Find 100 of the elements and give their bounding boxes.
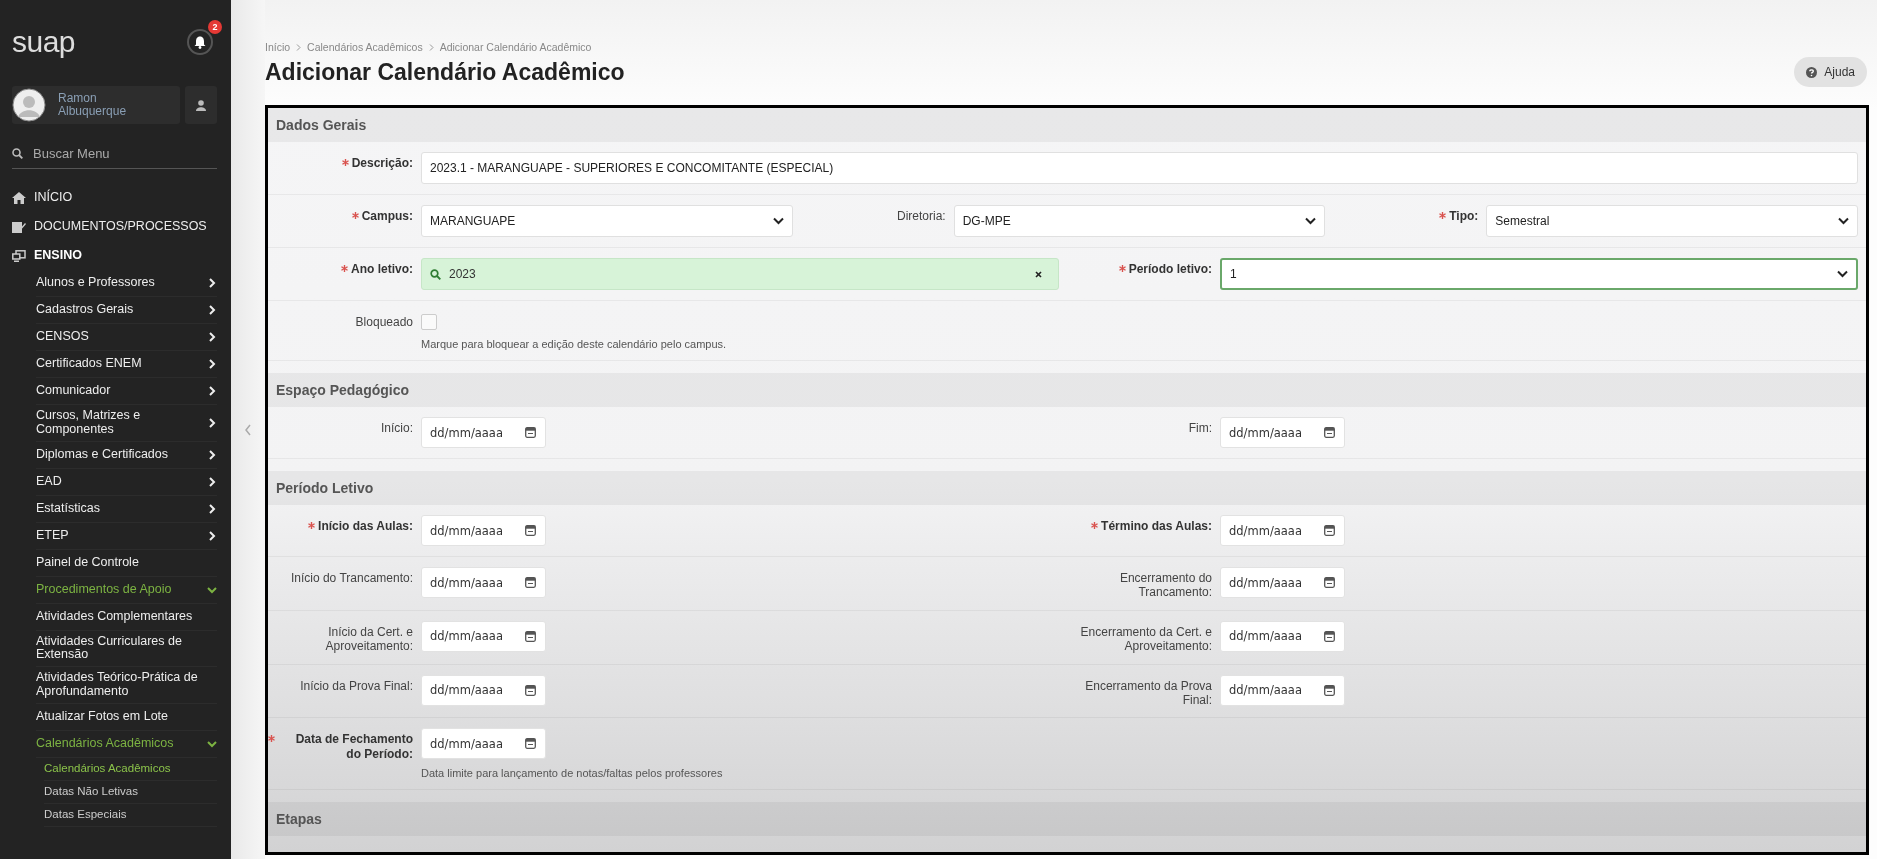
chevron-down-icon bbox=[772, 217, 784, 225]
date-field[interactable]: dd/mm/aaaa bbox=[421, 620, 546, 652]
notification-count-badge: 2 bbox=[208, 20, 222, 34]
field-label: Diretoria: bbox=[896, 209, 946, 224]
chevron-right-icon bbox=[207, 305, 217, 315]
menu-search-field[interactable]: Buscar Menu bbox=[33, 145, 193, 161]
chevron-down-icon bbox=[207, 738, 217, 749]
field-label: Bloqueado bbox=[355, 315, 413, 330]
select-field[interactable]: 1 bbox=[1220, 258, 1858, 290]
menu-group[interactable]: Calendários Acadêmicos bbox=[36, 730, 217, 758]
chevron-down-icon bbox=[1305, 217, 1317, 225]
required-icon bbox=[1439, 212, 1447, 219]
required-icon bbox=[341, 159, 349, 166]
calendar-icon[interactable] bbox=[525, 577, 536, 588]
required-icon bbox=[351, 212, 359, 219]
chevron-right-icon bbox=[207, 359, 217, 369]
select-field[interactable]: MARANGUAPE bbox=[421, 205, 793, 237]
select-field[interactable]: Semestral bbox=[1486, 205, 1858, 237]
menu-item[interactable]: INÍCIO bbox=[12, 183, 217, 212]
menu-item[interactable]: Datas Não Letivas bbox=[44, 780, 217, 804]
menu-group[interactable]: Alunos e Professores bbox=[36, 270, 217, 297]
menu-item[interactable]: Calendários Acadêmicos bbox=[44, 757, 217, 781]
user-profile[interactable]: Ramon Albuquerque bbox=[12, 86, 180, 124]
menu-item[interactable]: Datas Especiais bbox=[44, 803, 217, 827]
calendar-icon[interactable] bbox=[1324, 427, 1335, 438]
menu-group[interactable]: CENSOS bbox=[36, 324, 217, 351]
chevron-right-icon bbox=[207, 449, 217, 460]
page-title: Adicionar Calendário Acadêmico bbox=[265, 58, 625, 86]
chevron-right-icon bbox=[207, 503, 217, 514]
calendar-icon[interactable] bbox=[1324, 525, 1335, 536]
select-field[interactable]: DG-MPE bbox=[953, 205, 1326, 237]
chevron-right-icon bbox=[207, 332, 217, 342]
search-icon bbox=[430, 268, 441, 280]
field-label: Início da Prova Final: bbox=[300, 678, 413, 693]
field-label: Início: bbox=[381, 421, 413, 436]
menu-group[interactable]: Estatísticas bbox=[36, 495, 217, 523]
field-label: Encerramento da Cert. e Aproveitamento: bbox=[1079, 624, 1212, 654]
date-field[interactable]: dd/mm/aaaa bbox=[421, 674, 546, 706]
date-field[interactable]: dd/mm/aaaa bbox=[421, 515, 546, 546]
menu-item[interactable]: Atividades Curriculares de Extensão bbox=[36, 630, 217, 667]
calendar-icon[interactable] bbox=[525, 427, 536, 438]
calendar-icon[interactable] bbox=[525, 684, 536, 696]
date-field[interactable]: dd/mm/aaaa bbox=[1220, 567, 1345, 598]
menu-item[interactable]: DOCUMENTOS/PROCESSOS bbox=[12, 212, 217, 241]
menu-group[interactable]: ENSINO bbox=[12, 241, 217, 270]
calendar-icon[interactable] bbox=[525, 525, 536, 536]
help-icon bbox=[1806, 66, 1818, 78]
field-label: Tipo: bbox=[1449, 209, 1479, 224]
chevron-down-icon bbox=[207, 584, 217, 595]
calendar-icon[interactable] bbox=[525, 630, 536, 642]
clear-icon[interactable] bbox=[1035, 270, 1042, 278]
breadcrumb-link[interactable]: Calendários Acadêmicos bbox=[307, 41, 423, 53]
menu-group[interactable]: EAD bbox=[36, 468, 217, 496]
menu-group[interactable]: Comunicador bbox=[36, 378, 217, 405]
document-edit-icon bbox=[12, 220, 26, 233]
date-field[interactable]: dd/mm/aaaa bbox=[421, 728, 546, 760]
field-label: Campus: bbox=[361, 209, 413, 224]
app-logo[interactable]: suap bbox=[12, 25, 76, 59]
calendar-icon[interactable] bbox=[1324, 630, 1335, 642]
section-header: Período Letivo bbox=[268, 471, 1866, 505]
chevron-right-icon bbox=[207, 530, 217, 541]
date-field[interactable]: dd/mm/aaaa bbox=[1220, 417, 1345, 448]
date-field[interactable]: dd/mm/aaaa bbox=[1220, 620, 1345, 652]
section-header: Espaço Pedagógico bbox=[268, 373, 1866, 407]
date-field[interactable]: dd/mm/aaaa bbox=[421, 567, 546, 598]
field-label: Data de Fechamento do Período: bbox=[294, 732, 413, 762]
menu-item[interactable]: Atividades Teórico-Prática de Aprofundamento bbox=[36, 667, 217, 704]
field-label: Término das Aulas: bbox=[1101, 519, 1212, 534]
help-button[interactable]: Ajuda bbox=[1794, 57, 1867, 87]
date-field[interactable]: dd/mm/aaaa bbox=[1220, 515, 1345, 546]
menu-item[interactable]: Atividades Complementares bbox=[36, 603, 217, 631]
date-field[interactable]: dd/mm/aaaa bbox=[1220, 674, 1345, 706]
chevron-right-icon bbox=[207, 476, 217, 487]
calendar-icon[interactable] bbox=[1324, 577, 1335, 588]
help-text: Marque para bloquear a edição deste calendário pelo campus. bbox=[421, 338, 728, 350]
autocomplete-field[interactable]: 2023 bbox=[421, 258, 1059, 290]
menu-group[interactable]: Procedimentos de Apoio bbox=[36, 576, 217, 604]
menu-item[interactable]: Painel de Controle bbox=[36, 549, 217, 577]
date-field[interactable]: dd/mm/aaaa bbox=[421, 417, 546, 448]
menu-group[interactable]: Diplomas e Certificados bbox=[36, 441, 217, 469]
breadcrumb-separator-icon bbox=[296, 43, 302, 51]
menu-item[interactable]: Atualizar Fotos em Lote bbox=[36, 703, 217, 731]
field-label: Início do Trancamento: bbox=[290, 571, 413, 586]
field-label: Encerramento do Trancamento: bbox=[1118, 571, 1212, 600]
checkbox[interactable] bbox=[421, 314, 437, 330]
menu-group[interactable]: Cadastros Gerais bbox=[36, 297, 217, 324]
required-icon bbox=[1091, 522, 1099, 529]
calendar-icon[interactable] bbox=[1324, 684, 1335, 696]
user-button[interactable] bbox=[185, 86, 217, 124]
menu-group[interactable]: Cursos, Matrizes e Componentes bbox=[36, 405, 217, 442]
menu-group[interactable]: Certificados ENEM bbox=[36, 351, 217, 378]
text-field[interactable]: 2023.1 - MARANGUAPE - SUPERIORES E CONCOMITANTE (ESPECIAL) bbox=[421, 152, 1858, 184]
field-label: Início das Aulas: bbox=[318, 519, 413, 534]
required-icon bbox=[1118, 265, 1126, 272]
required-icon bbox=[341, 265, 348, 272]
required-icon bbox=[268, 735, 275, 743]
avatar-icon bbox=[12, 88, 46, 122]
monitor-icon bbox=[12, 249, 26, 262]
calendar-icon[interactable] bbox=[525, 738, 536, 750]
menu-group[interactable]: ETEP bbox=[36, 522, 217, 550]
